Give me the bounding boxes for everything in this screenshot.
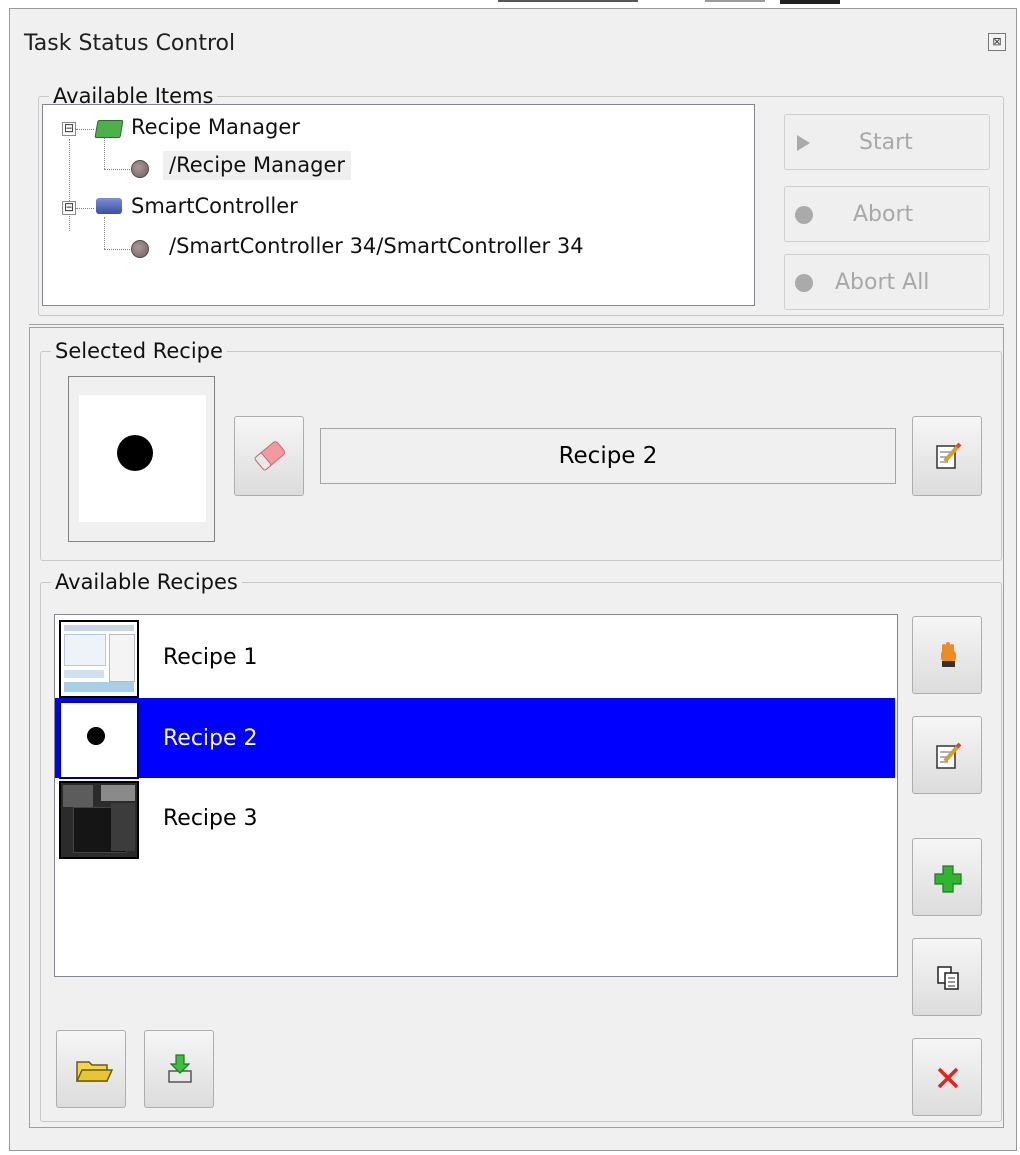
clear-selection-button[interactable]: [234, 416, 304, 496]
open-recipe-button[interactable]: [56, 1030, 126, 1108]
gear-icon: [131, 240, 149, 258]
available-items-tree[interactable]: ⊟ Recipe Manager /Recipe Manager ⊟ Smart…: [42, 104, 755, 306]
open-folder-icon: [75, 1061, 114, 1082]
tree-item-recipe-manager-instance[interactable]: /Recipe Manager: [163, 151, 351, 180]
add-recipe-button[interactable]: [912, 838, 982, 916]
stop-icon: [795, 206, 813, 224]
selected-recipe-legend: Selected Recipe: [55, 339, 223, 363]
save-recipe-button[interactable]: [144, 1030, 214, 1108]
available-recipes-list[interactable]: Recipe 1 Recipe 2 Recipe 3: [54, 614, 898, 977]
recipe-label: Recipe 1: [163, 644, 258, 670]
recipe-row-3[interactable]: Recipe 3: [55, 778, 895, 859]
edit-icon: [936, 742, 962, 769]
abort-all-button[interactable]: Abort All: [784, 254, 990, 310]
eraser-icon: [254, 441, 286, 471]
tree-item-smartcontroller[interactable]: SmartController: [131, 194, 298, 218]
collapse-smartcontroller-button[interactable]: ⊟: [62, 201, 76, 215]
recipe-label: Recipe 2: [163, 725, 258, 751]
copy-recipe-button[interactable]: [912, 938, 982, 1016]
abort-button-label: Abort: [853, 201, 914, 227]
delete-icon: [937, 1067, 959, 1089]
recipe-manager-icon: [94, 120, 124, 138]
tree-item-recipe-manager[interactable]: Recipe Manager: [131, 115, 300, 139]
select-recipe-button[interactable]: [912, 616, 982, 694]
tree-item-label: Recipe Manager: [131, 115, 300, 139]
tree-item-label: /Recipe Manager: [163, 151, 351, 180]
dot-thumbnail: [59, 701, 139, 779]
save-icon: [168, 1054, 192, 1083]
start-button-label: Start: [859, 129, 913, 155]
dot-image: [117, 435, 153, 471]
abort-button[interactable]: Abort: [784, 186, 990, 242]
recipe-row-1[interactable]: Recipe 1: [55, 617, 895, 698]
delete-recipe-button[interactable]: [912, 1038, 982, 1116]
tree-item-smartcontroller-instance[interactable]: /SmartController 34/SmartController 34: [169, 234, 584, 258]
edit-icon: [936, 442, 962, 469]
edit-selected-recipe-button[interactable]: [912, 416, 982, 496]
recipe-label: Recipe 3: [163, 805, 258, 831]
gear-icon: [131, 160, 149, 178]
title-bar: Task Status Control ⊠: [10, 9, 1016, 65]
copy-icon: [937, 966, 959, 990]
selected-recipe-name: Recipe 2: [320, 428, 896, 484]
edit-recipe-button[interactable]: [912, 716, 982, 794]
available-recipes-legend: Available Recipes: [55, 570, 238, 594]
recipe-row-2[interactable]: Recipe 2: [55, 698, 895, 779]
window-title: Task Status Control: [24, 31, 236, 56]
controller-icon: [96, 198, 122, 214]
play-icon: [797, 135, 810, 151]
select-hand-icon: [941, 642, 956, 667]
camera-thumbnail: [59, 781, 139, 859]
start-button[interactable]: Start: [784, 114, 990, 170]
tree-item-label: /SmartController 34/SmartController 34: [169, 234, 584, 258]
tree-item-label: SmartController: [131, 194, 298, 218]
add-icon: [934, 865, 962, 893]
screenshot-thumbnail: [59, 620, 139, 698]
abort-all-button-label: Abort All: [835, 269, 930, 295]
collapse-recipe-manager-button[interactable]: ⊟: [62, 122, 76, 136]
close-button[interactable]: ⊠: [988, 33, 1006, 51]
stop-icon: [795, 274, 813, 292]
selected-recipe-thumbnail: [68, 376, 215, 542]
